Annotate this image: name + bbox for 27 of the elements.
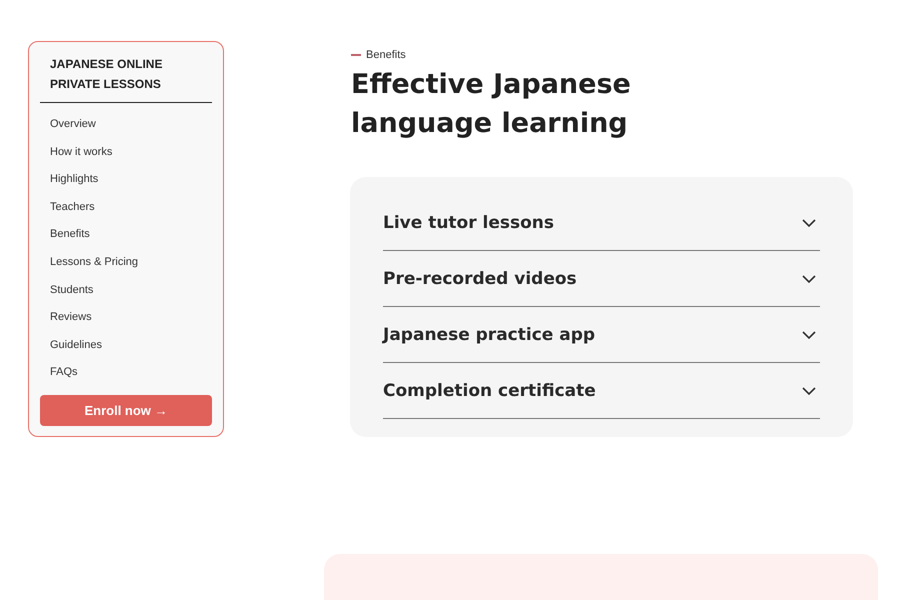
accordion-label: Live tutor lessons [383,212,554,232]
sidebar-link[interactable]: Reviews [40,304,212,332]
accordion-label: Pre-recorded videos [383,268,577,288]
sidebar-link[interactable]: Guidelines [40,332,212,360]
accordion-label: Completion certificate [383,380,596,400]
sidebar-title: JAPANESE ONLINE PRIVATE LESSONS [49,56,164,93]
chevron-icon [802,218,816,226]
chevron-icon [802,386,816,394]
accordion-label: Japanese practice app [383,324,596,344]
accent-dash [351,54,361,56]
accordion-item[interactable]: Completion certificate [383,363,820,419]
sidebar-link[interactable]: Highlights [40,166,212,194]
sidebar-link[interactable]: FAQs [40,359,212,387]
sidebar-link[interactable]: Lessons & Pricing [40,248,212,277]
sidebar-link[interactable]: Students [40,276,212,304]
section-heading: Effective Japanese language learning [351,68,631,141]
section-label: Benefits [366,49,406,61]
sidebar-link[interactable]: Teachers [40,194,212,222]
accordion-item[interactable]: Japanese practice app [383,307,820,363]
accordion-item[interactable]: Pre-recorded videos [383,251,820,307]
enroll-button[interactable]: Enroll now → [40,394,212,426]
sidebar-link[interactable]: Benefits [40,221,212,249]
sidebar-link[interactable]: Overview [40,111,212,139]
chevron-icon [802,274,816,282]
accordion-item[interactable]: Live tutor lessons [383,195,820,251]
sidebar-link[interactable]: How it works [40,138,212,166]
chevron-icon [802,330,816,338]
